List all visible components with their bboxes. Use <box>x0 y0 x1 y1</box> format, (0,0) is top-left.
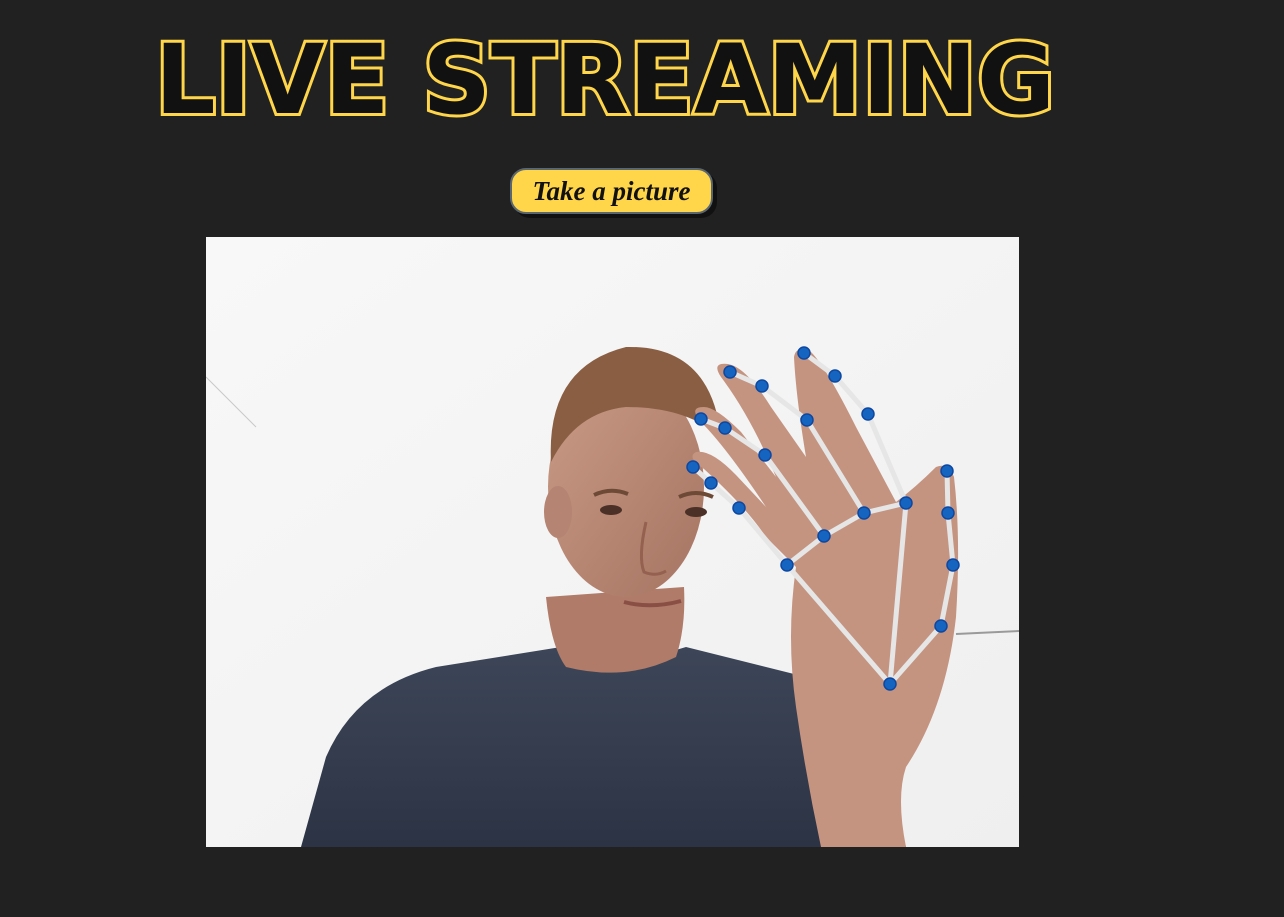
page-title: LIVE STREAMING <box>155 28 1055 128</box>
page-title-logo: LIVE STREAMING <box>140 28 1070 128</box>
take-picture-button[interactable]: Take a picture <box>510 168 713 214</box>
webcam-video-feed <box>206 237 1019 847</box>
webcam-scene <box>206 237 1019 847</box>
title-logo-graphic: LIVE STREAMING <box>152 28 1058 128</box>
